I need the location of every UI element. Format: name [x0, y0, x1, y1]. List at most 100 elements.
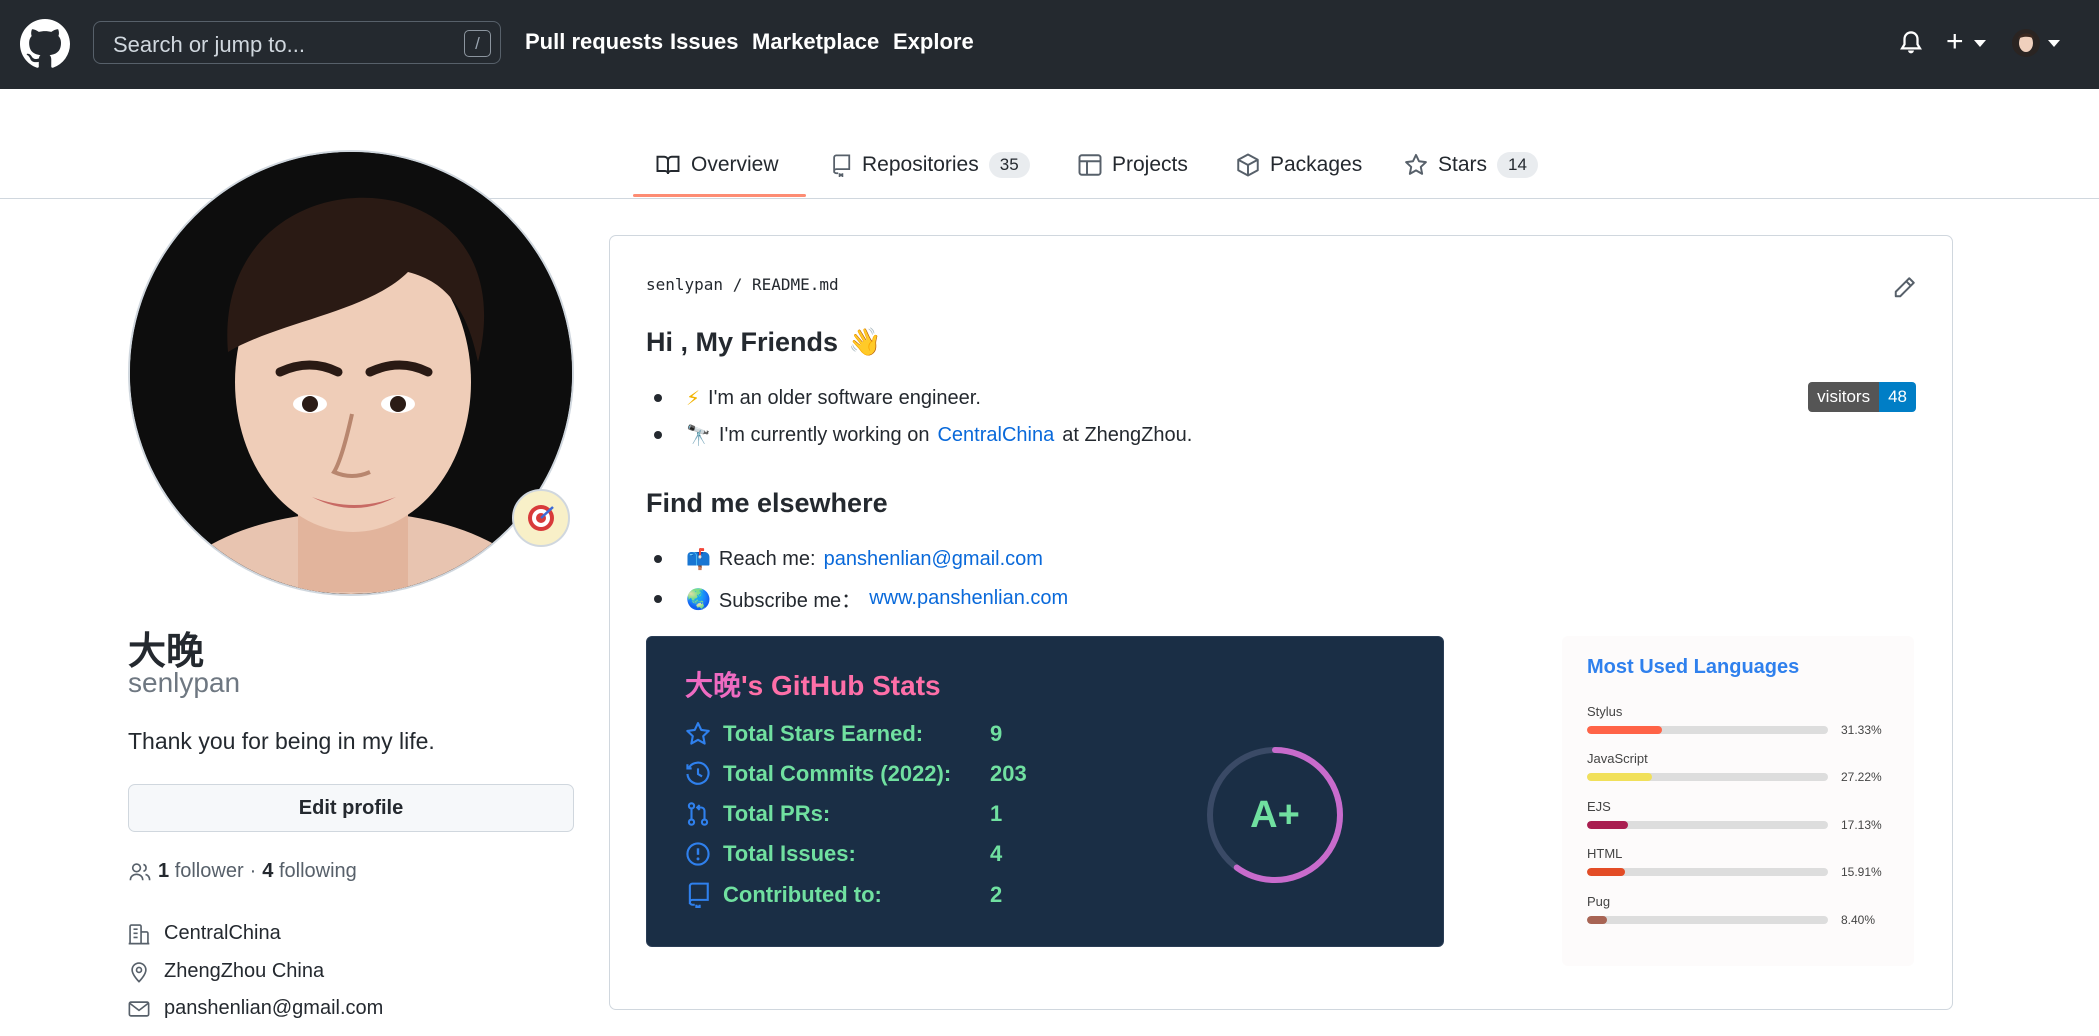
tab-projects-label: Projects — [1112, 153, 1188, 176]
status-emoji-badge[interactable] — [512, 489, 570, 547]
location-icon — [131, 961, 147, 983]
email-link[interactable]: panshenlian@gmail.com — [824, 548, 1043, 571]
list-item: 🌏 Subscribe me： www.panshenlian.com — [654, 584, 1068, 613]
profile-company-label: CentralChina — [164, 922, 281, 944]
readme-greeting-heading: Hi , My Friends 👋 — [646, 326, 882, 359]
create-new-icon[interactable]: + — [1946, 24, 1964, 60]
tab-overview-label: Overview — [691, 153, 779, 176]
book-icon — [656, 155, 680, 175]
profile-email-link[interactable]: panshenlian@gmail.com — [164, 997, 383, 1020]
most-used-languages-card[interactable]: Most Used Languages Stylus 31.33% JavaSc… — [1562, 636, 1914, 966]
language-bar-fill — [1587, 726, 1662, 734]
stat-value: 4 — [990, 841, 1003, 866]
tab-packages-label: Packages — [1270, 153, 1363, 176]
nav-explore[interactable]: Explore — [893, 29, 974, 55]
top-header: Search or jump to... / Pull requests Iss… — [0, 0, 2099, 89]
tab-repositories[interactable]: Repositories 35 — [830, 145, 1030, 185]
search-input[interactable]: Search or jump to... / — [93, 21, 501, 64]
tab-overview[interactable]: Overview — [655, 145, 779, 185]
visitors-badge: visitors 48 — [1808, 382, 1916, 412]
profile-location: ZhengZhou China — [128, 960, 324, 983]
readme-path: senlypan / README.md — [646, 275, 839, 294]
bullet — [654, 394, 662, 402]
language-percent: 27.22% — [1841, 770, 1882, 784]
waving-hand-icon: 👋 — [848, 327, 882, 358]
profile-avatar[interactable] — [128, 150, 574, 596]
languages-title: Most Used Languages — [1587, 656, 1800, 678]
bell-icon[interactable] — [1898, 28, 1924, 58]
mailbox-icon: 📫 — [686, 547, 711, 571]
stat-label: Total Stars Earned: — [723, 721, 924, 746]
nav-issues[interactable]: Issues — [670, 29, 739, 55]
profile-bio: Thank you for being in my life. — [128, 728, 435, 754]
bullet-text: Subscribe me： — [718, 590, 862, 612]
visitors-badge-label: visitors — [1808, 382, 1880, 412]
globe-icon: 🌏 — [686, 586, 711, 611]
tab-stars-label: Stars — [1438, 153, 1488, 176]
language-name: JavaScript — [1587, 751, 1648, 766]
follow-stats: 1 follower · 4 following — [128, 860, 357, 883]
stat-value: 2 — [990, 882, 1003, 907]
stat-label: Contributed to: — [723, 882, 882, 907]
followers-label: follower — [174, 860, 244, 882]
tab-stars[interactable]: Stars 14 — [1404, 145, 1538, 185]
following-count: 4 — [262, 860, 274, 882]
lightning-icon: ⚡ — [686, 386, 701, 410]
stats-title: 大晚's GitHub Stats — [685, 664, 941, 704]
following-label: following — [278, 860, 357, 882]
nav-marketplace[interactable]: Marketplace — [752, 29, 879, 55]
stat-row: Total Commits (2022): 203 — [685, 759, 1027, 789]
followers-link[interactable]: 1 follower — [158, 860, 244, 883]
tab-projects[interactable]: Projects — [1078, 145, 1188, 185]
readme-file-link[interactable]: README.md — [752, 275, 839, 294]
repo-icon — [688, 882, 709, 908]
following-link[interactable]: 4 following — [262, 860, 357, 883]
organization-icon — [128, 923, 150, 944]
bullet — [654, 594, 662, 603]
stat-label: Total Issues: — [723, 841, 856, 866]
follow-separator: · — [249, 860, 257, 882]
profile-company: CentralChina — [128, 922, 281, 945]
readme-owner-link[interactable]: senlypan — [646, 275, 723, 294]
profile-email[interactable]: panshenlian@gmail.com — [128, 997, 383, 1020]
stat-label: Total Commits (2022): — [723, 761, 952, 786]
language-item: Stylus 31.33% — [1587, 704, 1897, 737]
visitors-badge-count: 48 — [1879, 382, 1916, 412]
list-item: 📫 Reach me: panshenlian@gmail.com — [654, 547, 1043, 571]
language-bar-track — [1587, 916, 1828, 924]
stat-row: Total PRs: 1 — [685, 799, 1002, 829]
language-bar-fill — [1587, 773, 1652, 781]
github-logo-icon[interactable] — [20, 19, 70, 69]
tab-packages[interactable]: Packages — [1236, 145, 1362, 185]
language-item: Pug 8.40% — [1587, 894, 1897, 927]
stars-count-badge: 14 — [1497, 152, 1538, 178]
pencil-icon[interactable] — [1892, 276, 1916, 300]
github-stats-card[interactable]: 大晚's GitHub Stats Total Stars Earned: 9 … — [646, 636, 1444, 947]
edit-profile-button[interactable]: Edit profile — [128, 784, 574, 832]
avatar-dropdown-chevron-icon[interactable] — [2048, 40, 2060, 47]
create-dropdown-chevron-icon[interactable] — [1974, 40, 1986, 47]
language-bar-fill — [1587, 868, 1625, 876]
bullet — [654, 555, 662, 563]
nav-pull-requests[interactable]: Pull requests — [525, 29, 663, 55]
stat-label: Total PRs: — [723, 801, 831, 826]
find-me-heading: Find me elsewhere — [646, 488, 888, 518]
followers-count: 1 — [158, 860, 170, 882]
website-link[interactable]: www.panshenlian.com — [869, 587, 1068, 610]
language-bar-track — [1587, 868, 1828, 876]
stat-value: 1 — [990, 801, 1003, 826]
centralchina-link[interactable]: CentralChina — [937, 424, 1054, 447]
mail-icon — [128, 1000, 150, 1017]
language-item: HTML 15.91% — [1587, 846, 1897, 879]
language-percent: 17.13% — [1841, 818, 1882, 832]
language-bar-track — [1587, 773, 1828, 781]
user-avatar-menu[interactable] — [2012, 27, 2040, 59]
profile-location-label: ZhengZhou China — [164, 960, 325, 982]
stat-row: Contributed to: 2 — [685, 880, 1002, 910]
active-tab-indicator — [633, 194, 806, 197]
repositories-count-badge: 35 — [988, 152, 1030, 178]
readme-path-separator: / — [732, 275, 743, 294]
stat-value: 203 — [990, 761, 1027, 786]
language-bar-track — [1587, 821, 1828, 829]
language-bar-track — [1587, 726, 1828, 734]
